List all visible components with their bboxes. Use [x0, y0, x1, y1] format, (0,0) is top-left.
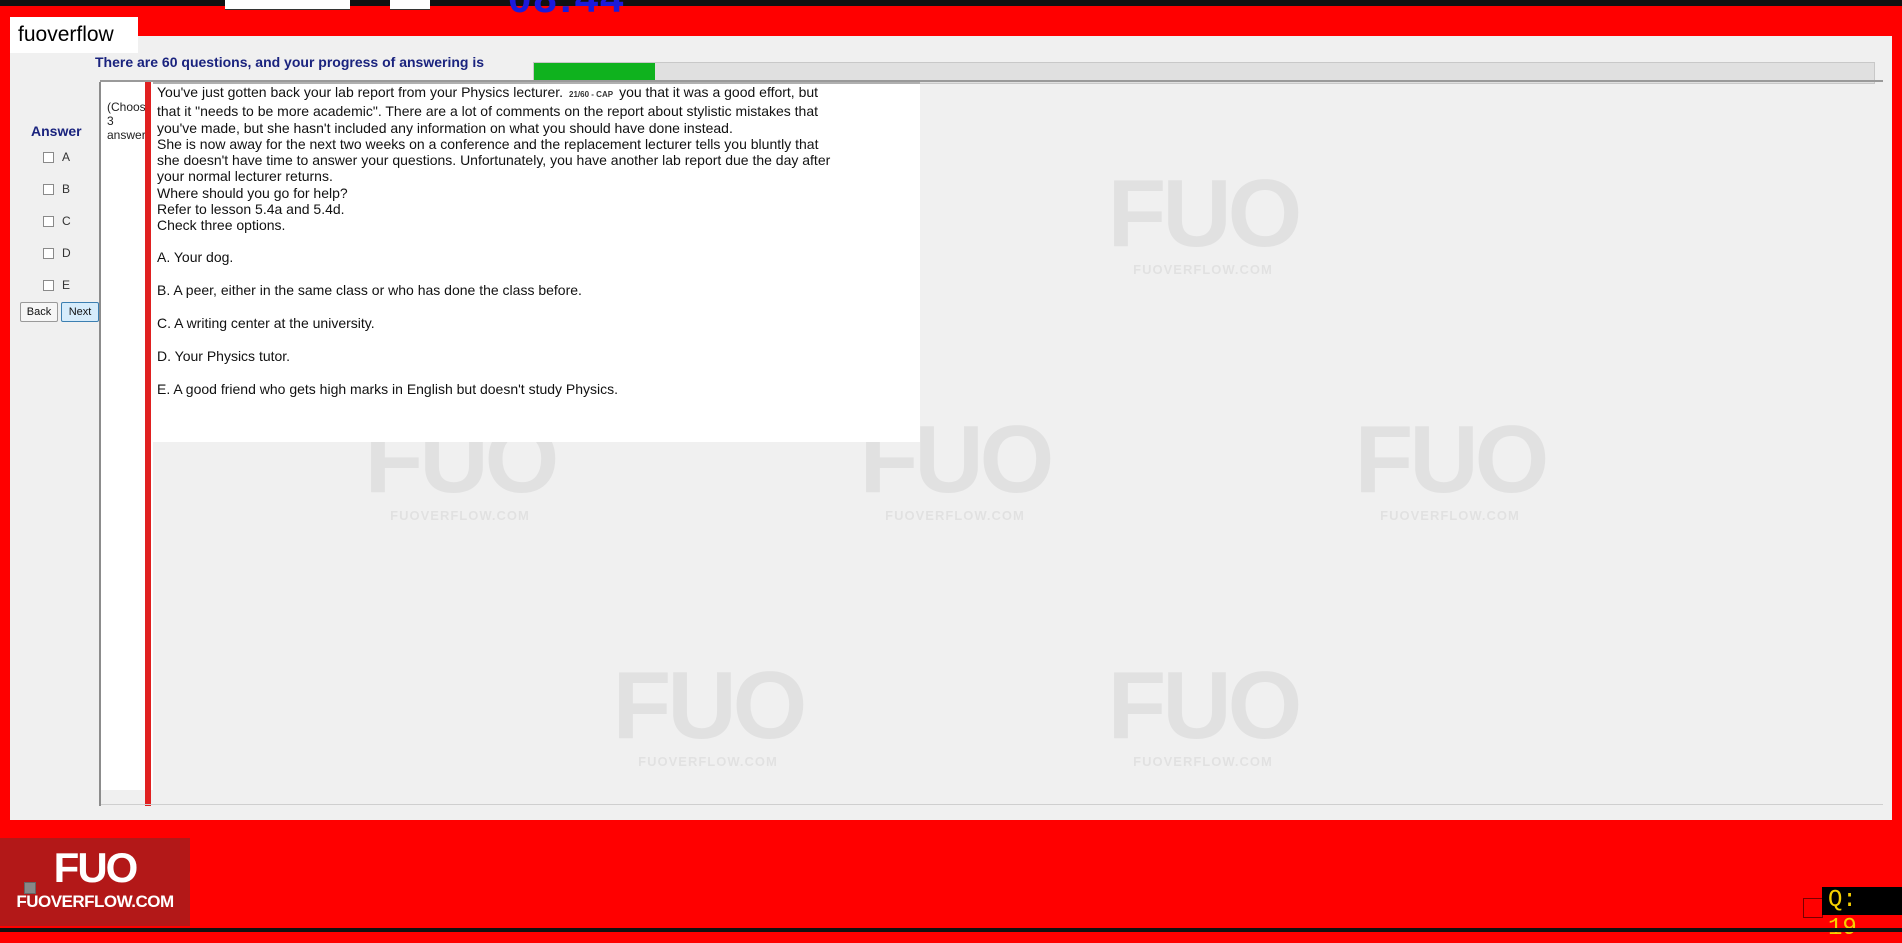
brand-tag: fuoverflow	[10, 17, 138, 53]
choice-item: E. A good friend who gets high marks in …	[157, 381, 619, 397]
checkbox-b[interactable]	[43, 183, 54, 195]
next-button[interactable]: Next	[61, 302, 99, 322]
answer-option-a[interactable]: A	[43, 150, 70, 164]
answer-option-d[interactable]: D	[43, 246, 71, 260]
question-text: You've just gotten back your lab report …	[157, 84, 831, 234]
choice-item: A. Your dog.	[157, 249, 234, 265]
choice-item: B. A peer, either in the same class or w…	[157, 282, 582, 298]
watermark: FUOFUOVERFLOW.COM	[612, 652, 808, 770]
checkbox-d[interactable]	[43, 247, 54, 259]
checkbox-e[interactable]	[43, 279, 54, 291]
answer-option-b[interactable]: B	[43, 182, 70, 196]
top-clipped-field	[225, 0, 350, 10]
corner-checkbox[interactable]	[24, 882, 36, 894]
choice-item: D. Your Physics tutor.	[157, 348, 291, 364]
checkbox-c[interactable]	[43, 215, 54, 227]
timer-display: 08:44	[508, 0, 625, 22]
bottom-black-strip	[0, 928, 1902, 932]
watermark: FUOFUOVERFLOW.COM	[1354, 406, 1550, 524]
answer-option-e[interactable]: E	[43, 278, 70, 292]
choice-item: C. A writing center at the university.	[157, 315, 375, 331]
progress-row: There are 60 questions, and your progres…	[10, 48, 1892, 84]
watermark: FUOFUOVERFLOW.COM	[1107, 652, 1303, 770]
answer-option-c[interactable]: C	[43, 214, 71, 228]
answer-panel: Answer A B C D E	[10, 82, 100, 802]
back-button[interactable]: Back	[20, 302, 58, 322]
counter-box	[1803, 898, 1823, 918]
progress-label: There are 60 questions, and your progres…	[95, 54, 484, 70]
watermark: FUOFUOVERFLOW.COM	[1107, 160, 1303, 278]
checkbox-a[interactable]	[43, 151, 54, 163]
question-counter: Q: 19	[1822, 887, 1902, 942]
question-panel: You've just gotten back your lab report …	[153, 82, 920, 442]
exam-window: FUO FUOVERFLOW.COM FUO FUOVERFLOW.COM FUO F…	[10, 36, 1892, 820]
bottom-divider	[101, 804, 1883, 805]
red-separator	[145, 82, 151, 806]
question-stamp: 21/60 - CAP	[569, 90, 614, 99]
choice-list: A. Your dog. B. A peer, either in the sa…	[157, 249, 897, 414]
answer-title: Answer	[31, 123, 82, 139]
top-clipped-field-small	[390, 0, 430, 10]
choose-hint: (Choose 3 answers)	[107, 100, 147, 142]
